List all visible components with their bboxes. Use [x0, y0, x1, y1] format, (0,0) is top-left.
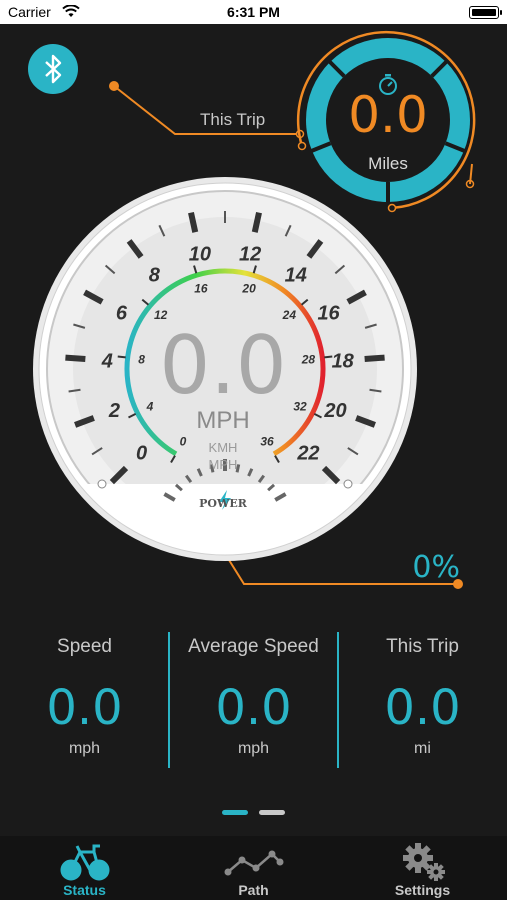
mph-scale-label: 8 [149, 265, 161, 287]
route-icon [224, 842, 284, 887]
mph-scale-label: 16 [317, 302, 340, 324]
mph-scale-label: 14 [285, 265, 307, 287]
mph-scale-label: 0 [136, 442, 147, 464]
stat-label: Average Speed [188, 636, 319, 657]
speed-readout: 0.0 [159, 319, 287, 412]
stat-unit: mph [237, 740, 270, 757]
stat-value: 0.0 [46, 680, 123, 736]
tab-label: Status [63, 882, 106, 898]
gauge-major-tick [188, 212, 199, 233]
unit-option-mph[interactable]: MPH [193, 457, 253, 472]
page-dot-2[interactable] [259, 810, 285, 815]
stat-label: Speed [57, 636, 112, 657]
mph-scale-label: 4 [101, 351, 113, 373]
trip-distance-value: 0.0 [348, 86, 428, 144]
status-screen: This Trip 0.0 Miles 0246 8 10 12 14 16 1… [0, 24, 507, 900]
speed-unit: MPH [196, 407, 250, 434]
power-percent: 0% [412, 550, 460, 585]
kmh-tick [117, 355, 126, 359]
bluetooth-button[interactable] [28, 44, 78, 94]
stats-panel: Speed 0.0 mph Average Speed 0.0 mph This… [0, 632, 507, 768]
clock: 6:31 PM [227, 4, 280, 20]
battery-full-icon [469, 6, 502, 19]
stat-this-trip: This Trip 0.0 mi [338, 632, 507, 768]
kmh-scale-label: 20 [241, 282, 256, 296]
gauge-major-tick [251, 212, 262, 233]
stat-value: 0.0 [215, 680, 292, 736]
mph-scale-label: 18 [332, 351, 355, 373]
tab-settings[interactable]: Settings [338, 836, 507, 900]
stat-unit: mph [68, 740, 101, 757]
trip-distance-unit: Miles [368, 154, 408, 173]
kmh-scale-label: 16 [194, 282, 208, 296]
mph-scale-label: 20 [323, 400, 346, 422]
mph-scale-label: 10 [189, 244, 211, 266]
power-label: POWER [199, 497, 247, 510]
unit-option-kmh[interactable]: KMH [193, 440, 253, 455]
tab-label: Path [238, 882, 269, 898]
kmh-scale-label: 36 [260, 435, 274, 449]
trip-label: This Trip [200, 110, 266, 129]
mph-scale-label: 22 [296, 442, 319, 464]
tab-status[interactable]: Status [0, 836, 169, 900]
mph-scale-label: 6 [116, 302, 128, 324]
mph-scale-label: 2 [108, 400, 120, 422]
tab-path[interactable]: Path [169, 836, 338, 900]
stat-unit: mi [414, 740, 431, 757]
mph-scale-label: 12 [239, 244, 261, 266]
gauge-major-tick [364, 354, 385, 363]
page-indicator[interactable] [0, 810, 507, 818]
stat-average-speed: Average Speed 0.0 mph [169, 632, 338, 768]
bicycle-icon [60, 842, 110, 887]
gauge-major-tick [65, 354, 86, 363]
tab-label: Settings [394, 882, 451, 898]
tab-bar: Status Path Settings [0, 836, 507, 900]
page-dot-1[interactable] [222, 810, 248, 815]
stat-label: This Trip [386, 636, 459, 657]
status-bar: Carrier 6:31 PM [0, 0, 507, 24]
kmh-scale-label: 0 [180, 435, 187, 449]
gears-icon [398, 842, 448, 887]
stat-speed: Speed 0.0 mph [0, 632, 169, 768]
bluetooth-icon [45, 54, 62, 84]
stat-value: 0.0 [384, 680, 461, 736]
